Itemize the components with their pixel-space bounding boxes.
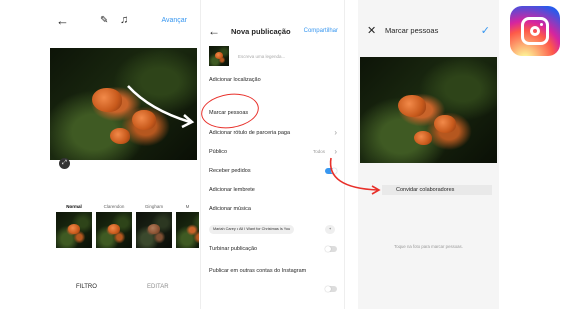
red-arrow xyxy=(329,157,379,191)
annotation-arrows xyxy=(127,85,381,195)
instagram-logo-icon xyxy=(510,6,560,56)
white-arrow xyxy=(127,85,191,124)
